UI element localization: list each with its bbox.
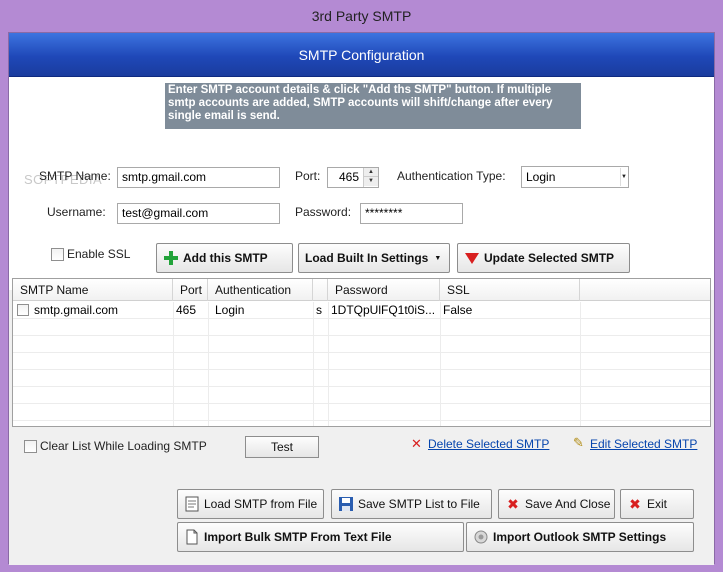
cell-authentication: Login: [215, 303, 245, 317]
cell-port: 465: [176, 303, 197, 317]
col-ssl[interactable]: SSL: [440, 279, 580, 301]
load-builtin-settings-button[interactable]: Load Built In Settings ▼: [298, 243, 450, 273]
red-down-arrow-icon: [464, 250, 480, 266]
dropdown-arrow-icon: ▼: [434, 254, 442, 262]
import-outlook-label: Import Outlook SMTP Settings: [493, 530, 667, 544]
save-list-label: Save SMTP List to File: [358, 497, 480, 511]
update-selected-label: Update Selected SMTP: [484, 251, 615, 265]
cell-ssl: False: [443, 303, 473, 317]
update-selected-smtp-button[interactable]: Update Selected SMTP: [457, 243, 630, 273]
bottom-actions: Load SMTP from File Save SMTP List to Fi…: [9, 487, 714, 565]
password-label: Password:: [295, 205, 352, 219]
section-header: SMTP Configuration: [9, 33, 714, 77]
smtp-form-panel: Enter SMTP account details & click "Add …: [9, 77, 714, 290]
smtp-name-label: SMTP Name:: [39, 169, 111, 183]
col-authentication[interactable]: Authentication: [208, 279, 313, 301]
load-builtin-label: Load Built In Settings: [305, 251, 429, 265]
enable-ssl-label: Enable SSL: [67, 247, 131, 261]
load-file-label: Load SMTP from File: [204, 497, 318, 511]
password-input[interactable]: ********: [360, 203, 463, 224]
auth-type-label: Authentication Type:: [397, 169, 506, 183]
col-smtp-name[interactable]: SMTP Name: [13, 279, 173, 301]
cell-extra: s: [316, 303, 322, 317]
instructions-notice: Enter SMTP account details & click "Add …: [165, 83, 581, 129]
spin-up-icon[interactable]: ▲: [364, 168, 378, 177]
delete-selected-smtp-link[interactable]: Delete Selected SMTP: [428, 437, 549, 451]
port-value[interactable]: 465: [328, 168, 362, 187]
delete-x-icon: ✕: [411, 436, 422, 451]
col-password[interactable]: Password: [328, 279, 440, 301]
smtp-list-table[interactable]: SMTP Name Port Authentication Password S…: [12, 278, 711, 427]
row-select-checkbox[interactable]: [17, 304, 29, 316]
add-smtp-label: Add this SMTP: [183, 251, 268, 265]
import-outlook-button[interactable]: Import Outlook SMTP Settings: [466, 522, 694, 552]
table-body: smtp.gmail.com 465 Login s 1DTQpUlFQ1t0i…: [13, 302, 710, 426]
test-button[interactable]: Test: [245, 436, 319, 458]
edit-pencil-icon: ✎: [573, 435, 584, 450]
import-bulk-label: Import Bulk SMTP From Text File: [204, 530, 392, 544]
test-label: Test: [270, 440, 293, 454]
clear-list-checkbox[interactable]: [24, 440, 37, 453]
exit-x-icon: ✖: [629, 495, 641, 512]
username-label: Username:: [47, 205, 106, 219]
window-title: 3rd Party SMTP: [0, 0, 723, 32]
outlook-icon: [473, 529, 489, 545]
clear-list-label: Clear List While Loading SMTP: [40, 439, 207, 453]
document-icon: [184, 496, 200, 512]
smtp-name-input[interactable]: smtp.gmail.com: [117, 167, 280, 188]
exit-label: Exit: [647, 497, 668, 511]
client-area: SMTP Configuration Enter SMTP account de…: [8, 32, 715, 565]
table-row[interactable]: smtp.gmail.com 465 Login s 1DTQpUlFQ1t0i…: [13, 302, 710, 319]
import-bulk-smtp-button[interactable]: Import Bulk SMTP From Text File: [177, 522, 464, 552]
col-port[interactable]: Port: [173, 279, 208, 301]
chevron-down-icon[interactable]: ▼: [620, 168, 627, 186]
load-smtp-file-button[interactable]: Load SMTP from File: [177, 489, 324, 519]
username-input[interactable]: test@gmail.com: [117, 203, 280, 224]
cell-smtp-name: smtp.gmail.com: [34, 303, 119, 317]
red-x-icon: ✖: [507, 495, 519, 512]
add-smtp-button[interactable]: Add this SMTP: [156, 243, 293, 273]
save-smtp-list-button[interactable]: Save SMTP List to File: [331, 489, 492, 519]
floppy-disk-icon: [338, 496, 354, 512]
col-blank[interactable]: [313, 279, 328, 301]
edit-selected-smtp-link[interactable]: Edit Selected SMTP: [590, 437, 697, 451]
auth-type-value: Login: [526, 170, 556, 184]
port-stepper[interactable]: 465 ▲ ▼: [327, 167, 379, 188]
exit-button[interactable]: ✖ Exit: [620, 489, 694, 519]
save-close-label: Save And Close: [525, 497, 611, 511]
spin-down-icon[interactable]: ▼: [364, 177, 378, 186]
plus-icon: [163, 250, 179, 266]
table-header: SMTP Name Port Authentication Password S…: [13, 279, 710, 301]
enable-ssl-checkbox[interactable]: [51, 248, 64, 261]
save-and-close-button[interactable]: ✖ Save And Close: [498, 489, 615, 519]
auth-type-select[interactable]: Login ▼: [521, 166, 629, 188]
text-file-icon: [184, 529, 200, 545]
app-window: 3rd Party SMTP SMTP Configuration Enter …: [0, 0, 723, 572]
cell-password: 1DTQpUlFQ1t0iS...: [331, 303, 436, 317]
port-label: Port:: [295, 169, 321, 183]
